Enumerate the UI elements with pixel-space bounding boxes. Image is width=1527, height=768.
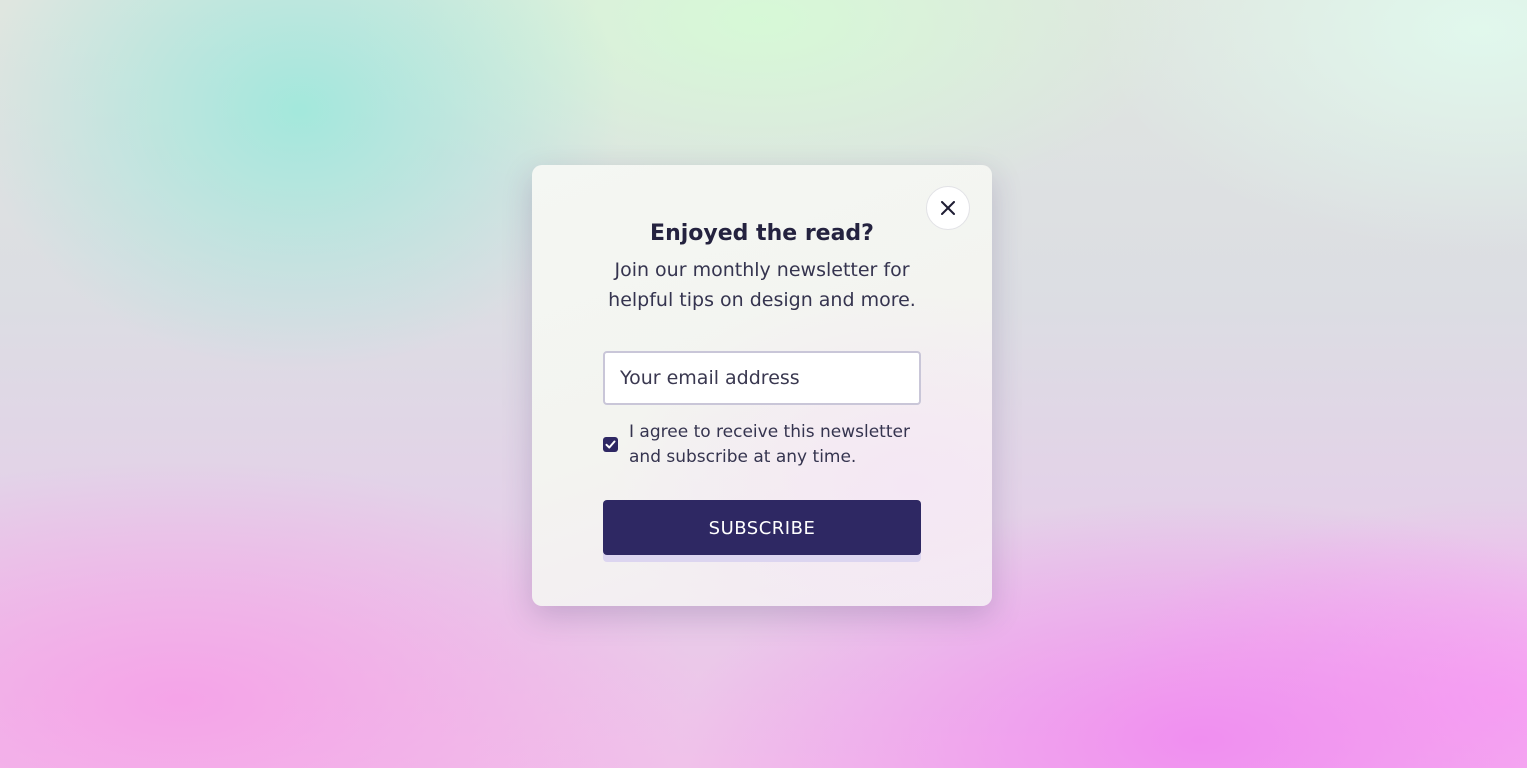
- close-icon: [941, 201, 955, 215]
- consent-checkbox[interactable]: [603, 437, 618, 452]
- subscribe-button[interactable]: SUBSCRIBE: [603, 500, 921, 555]
- modal-title: Enjoyed the read?: [650, 221, 874, 246]
- modal-subtitle: Join our monthly newsletter for helpful …: [608, 259, 916, 311]
- consent-label: I agree to receive this newsletter and s…: [629, 422, 910, 467]
- newsletter-modal: Enjoyed the read? Join our monthly newsl…: [532, 165, 992, 606]
- email-field[interactable]: [603, 351, 921, 405]
- checkmark-icon: [605, 440, 616, 449]
